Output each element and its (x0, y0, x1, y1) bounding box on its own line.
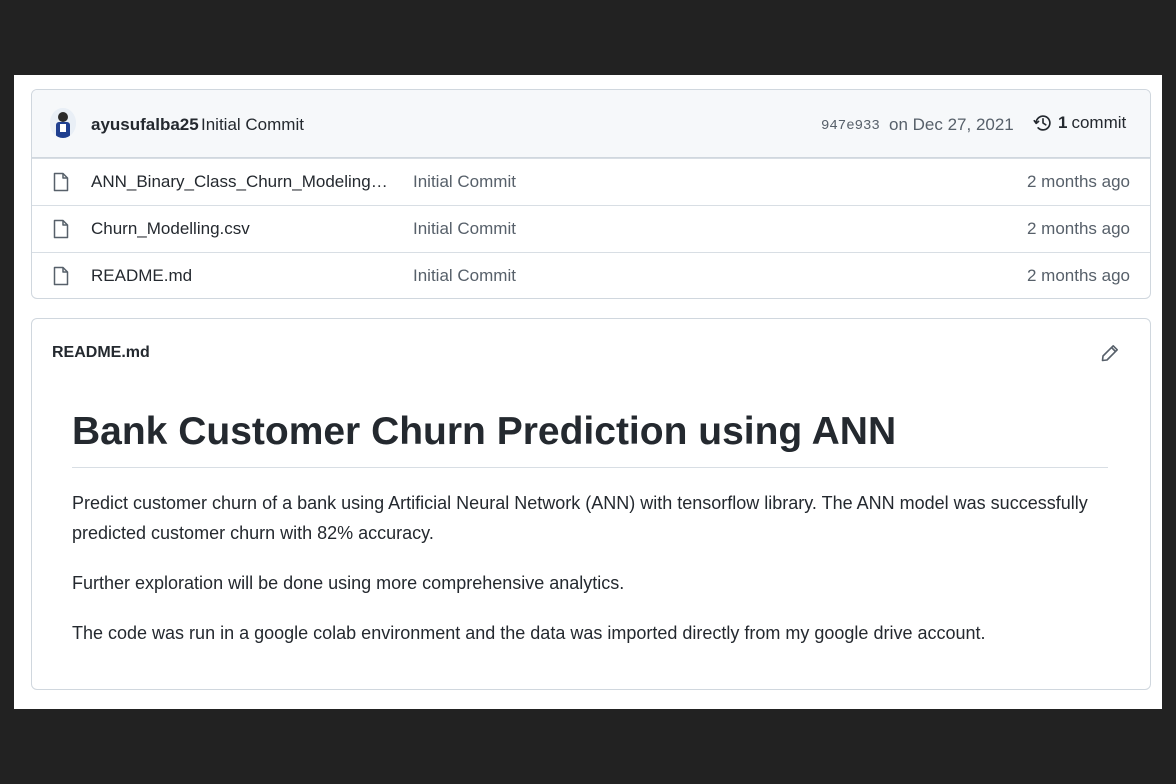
commit-author-link[interactable]: ayusufalba25 (91, 115, 199, 135)
readme-header-title[interactable]: README.md (52, 344, 150, 362)
commit-message-link[interactable]: Initial Commit (201, 115, 304, 135)
history-icon (1033, 115, 1051, 131)
file-age: 2 months ago (1026, 266, 1130, 285)
file-icon (53, 266, 69, 286)
file-name-link[interactable]: README.md (91, 266, 391, 286)
commit-hash-link[interactable]: 947e933 (821, 118, 880, 134)
repo-page: ayusufalba25 Initial Commit 947e933 on D… (14, 75, 1162, 709)
file-row[interactable]: README.md Initial Commit 2 months ago (32, 252, 1150, 298)
readme-paragraph: The code was run in a google colab envir… (72, 623, 986, 643)
commit-count-label: commit (1071, 113, 1127, 132)
file-name-link[interactable]: ANN_Binary_Class_Churn_Modeling.i... (91, 172, 391, 192)
readme-panel: README.md Bank Customer Churn Prediction… (31, 318, 1151, 690)
file-age: 2 months ago (1026, 219, 1130, 238)
file-browser: ayusufalba25 Initial Commit 947e933 on D… (31, 89, 1151, 299)
file-age: 2 months ago (1026, 172, 1130, 191)
file-commit-message-link[interactable]: Initial Commit (413, 266, 516, 286)
file-row[interactable]: Churn_Modelling.csv Initial Commit 2 mon… (32, 205, 1150, 252)
commit-history-link[interactable]: 1 commit (1032, 112, 1126, 134)
file-icon (53, 219, 69, 239)
readme-title: Bank Customer Churn Prediction using ANN (72, 403, 1108, 468)
readme-paragraph: Predict customer churn of a bank using A… (72, 493, 1088, 543)
latest-commit-bar: ayusufalba25 Initial Commit 947e933 on D… (32, 90, 1150, 158)
commit-count: 1 (1058, 113, 1068, 132)
file-icon (53, 172, 69, 192)
avatar[interactable] (50, 108, 76, 138)
readme-paragraph: Further exploration will be done using m… (72, 573, 625, 593)
commit-date: on Dec 27, 2021 (889, 115, 1014, 134)
file-commit-message-link[interactable]: Initial Commit (413, 172, 516, 192)
pencil-icon[interactable] (1100, 343, 1120, 363)
file-row[interactable]: ANN_Binary_Class_Churn_Modeling.i... Ini… (32, 158, 1150, 205)
file-commit-message-link[interactable]: Initial Commit (413, 219, 516, 239)
file-name-link[interactable]: Churn_Modelling.csv (91, 219, 391, 239)
